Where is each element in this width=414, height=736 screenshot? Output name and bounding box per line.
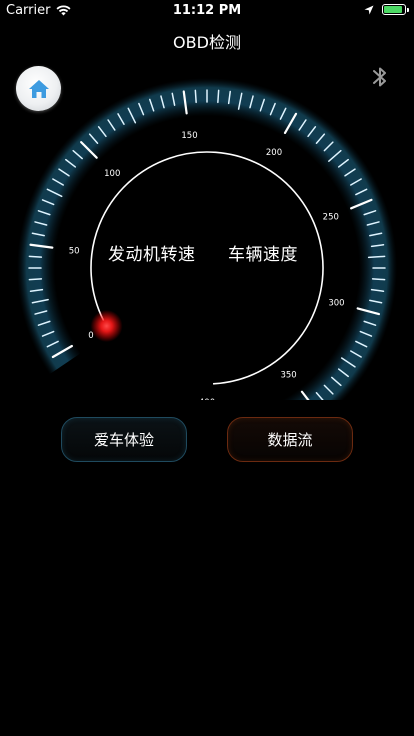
gauge-minor-tick bbox=[367, 255, 386, 259]
vehicle-speed-label: 车辆速度 bbox=[228, 245, 298, 265]
gauge-tick-labels: 050100150200250300350400 bbox=[69, 131, 345, 400]
gauge-tick-label: 250 bbox=[323, 213, 339, 223]
data-stream-label: 数据流 bbox=[267, 431, 313, 449]
gauge-tick-label: 200 bbox=[266, 148, 282, 158]
engine-rpm-label: 发动机转速 bbox=[108, 245, 196, 265]
gauge-minor-tick bbox=[217, 89, 220, 104]
car-experience-label: 爱车体验 bbox=[93, 431, 154, 449]
gauge-tick-label: 400 bbox=[199, 398, 215, 400]
gauge-minor-tick bbox=[371, 278, 386, 281]
gauge-minor-tick bbox=[28, 255, 43, 258]
car-experience-button[interactable]: 爱车体验 bbox=[61, 417, 187, 462]
gauge-inner-arc bbox=[90, 151, 324, 385]
home-icon bbox=[28, 79, 49, 98]
gauge-minor-tick bbox=[194, 89, 197, 104]
gauge-tick-label: 50 bbox=[69, 247, 80, 257]
bluetooth-icon[interactable] bbox=[370, 64, 390, 90]
gauge-glow-ring bbox=[11, 72, 403, 400]
gauge-tick-label: 300 bbox=[328, 299, 344, 309]
obd-screen: Carrier 11:12 PM OBD检测 0 50 100 150 200 … bbox=[0, 0, 414, 736]
gauge-tick-label: 150 bbox=[181, 131, 197, 141]
data-stream-button[interactable]: 数据流 bbox=[227, 417, 353, 462]
gauge-minor-tick bbox=[28, 278, 43, 281]
gauge: 050100150200250300350400 bbox=[11, 72, 403, 400]
gauge-tick-label: 100 bbox=[104, 169, 120, 179]
home-button[interactable] bbox=[16, 66, 61, 111]
gauge-needle-glow bbox=[90, 310, 123, 342]
gauge-tick-label: 350 bbox=[280, 370, 296, 380]
